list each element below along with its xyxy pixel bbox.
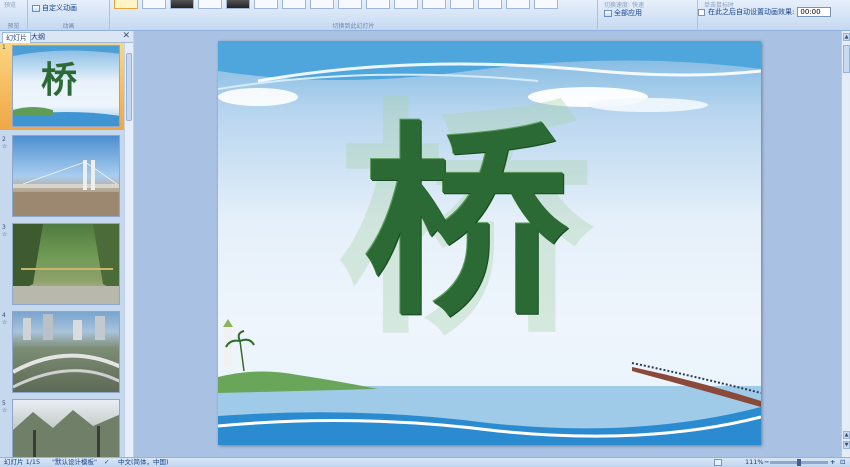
ribbon-group-preview: 预览 预览 <box>0 0 28 31</box>
transition-none[interactable] <box>114 0 138 9</box>
animation-star-icon: ☆ <box>2 231 8 238</box>
transition-push[interactable] <box>450 0 474 9</box>
close-icon[interactable]: ✕ <box>122 31 130 41</box>
ribbon-group-animation: 自定义动画 动画 <box>28 0 110 31</box>
status-slide-count: 幻灯片 1/15 <box>4 458 41 466</box>
slide-number: 1 <box>2 44 6 51</box>
zoom-out-button[interactable]: − <box>764 458 769 467</box>
status-bar: 幻灯片 1/15 "默认设计模板" ✓ 中文(简体，中国) 111% − + ⊡ <box>0 457 850 467</box>
ribbon-group-transition: 切换到此幻灯片 <box>110 0 598 31</box>
apply-all-icon <box>604 9 612 17</box>
slide-number: 2 <box>2 136 6 143</box>
ribbon: 预览 预览 自定义动画 动画 切换到此幻灯片 切换速度: 快速 全部应用 单击鼠… <box>0 0 850 31</box>
slide-number: 5 <box>2 400 6 407</box>
preview-button[interactable]: 预览 <box>4 0 16 9</box>
tab-outline[interactable]: 大纲 <box>28 32 48 43</box>
fit-to-window-icon[interactable]: ⊡ <box>840 458 845 467</box>
slide-number: 3 <box>2 224 6 231</box>
transition-wipe-right[interactable] <box>338 0 362 9</box>
slide-2-bridge-art <box>13 160 119 216</box>
slide-3-suspension-art <box>13 224 119 304</box>
custom-animation-icon <box>32 4 40 12</box>
transition-random[interactable] <box>534 0 558 9</box>
slide-4-highway-art <box>13 314 119 389</box>
transition-uncover[interactable] <box>506 0 530 9</box>
next-slide-icon[interactable]: ▼ <box>843 441 850 449</box>
status-language[interactable]: 中文(简体，中国) <box>118 458 169 467</box>
animation-group-label: 动画 <box>62 23 75 30</box>
slide-thumbnail-list: 1 桥 2 ☆ 3 ☆ 4 ☆ 5 ☆ <box>0 43 124 457</box>
slide-canvas-area: 桥 桥 <box>134 31 841 457</box>
slide-thumbnail-2[interactable]: 2 ☆ <box>0 135 124 219</box>
transition-split[interactable] <box>394 0 418 9</box>
slide-number: 4 <box>2 312 6 319</box>
custom-animation-label: 自定义动画 <box>42 4 77 12</box>
transition-wipe-down[interactable] <box>282 0 306 9</box>
transition-fade[interactable] <box>142 0 166 9</box>
auto-advance-label: 在此之后自动设置动画效果: <box>708 8 795 16</box>
slide-3-preview <box>12 223 120 305</box>
canvas-scrollbar-thumb[interactable] <box>843 45 850 73</box>
panel-scrollbar-thumb[interactable] <box>126 53 132 121</box>
transition-cut-black[interactable] <box>226 0 250 9</box>
tab-slides[interactable]: 幻灯片 <box>2 32 31 43</box>
zoom-slider[interactable] <box>770 459 828 466</box>
slideshow-view-button[interactable] <box>714 459 722 466</box>
slide-title-char[interactable]: 桥 <box>364 119 569 329</box>
zoom-level[interactable]: 111% <box>745 458 764 467</box>
slide-thumbnail-1[interactable]: 1 桥 <box>0 43 124 131</box>
slide-thumbnail-3[interactable]: 3 ☆ <box>0 223 124 307</box>
animation-star-icon: ☆ <box>2 143 8 150</box>
slide-1-preview: 桥 <box>12 45 120 127</box>
slide-5-valley-art <box>13 410 119 457</box>
ribbon-group-transition-options: 切换速度: 快速 全部应用 <box>598 0 698 31</box>
panel-scrollbar[interactable] <box>124 43 133 457</box>
current-slide[interactable]: 桥 桥 <box>218 41 761 445</box>
auto-advance-row: 在此之后自动设置动画效果: 00:00 <box>698 7 832 17</box>
transition-wipe-left[interactable] <box>366 0 390 9</box>
spellcheck-icon[interactable]: ✓ <box>104 458 109 467</box>
slides-panel: 幻灯片 大纲 ✕ 1 桥 2 ☆ 3 ☆ 4 ☆ 5 ☆ <box>0 31 133 457</box>
preview-group-label: 预览 <box>7 23 20 30</box>
panel-tabs: 幻灯片 大纲 ✕ <box>0 31 133 43</box>
slide-4-preview <box>12 311 120 393</box>
slide-2-preview <box>12 135 120 217</box>
transition-gallery <box>114 0 558 9</box>
status-theme[interactable]: "默认设计模板" <box>52 458 97 467</box>
slide-thumbnail-4[interactable]: 4 ☆ <box>0 311 124 395</box>
prev-slide-icon[interactable]: ▲ <box>843 431 850 439</box>
animation-star-icon: ☆ <box>2 407 8 414</box>
ribbon-group-advance: 单击鼠标时 在此之后自动设置动画效果: 00:00 <box>698 0 850 31</box>
apply-all-button[interactable]: 全部应用 <box>604 8 642 18</box>
auto-advance-checkbox[interactable] <box>698 8 705 16</box>
transition-cut[interactable] <box>198 0 222 9</box>
transition-shape[interactable] <box>422 0 446 9</box>
slide-1-title-char: 桥 <box>41 59 78 101</box>
transition-group-label: 切换到此幻灯片 <box>332 23 375 30</box>
scroll-up-icon[interactable]: ▲ <box>843 33 850 41</box>
zoom-in-button[interactable]: + <box>830 458 835 467</box>
transition-wipe-up[interactable] <box>310 0 334 9</box>
auto-advance-time-input[interactable]: 00:00 <box>797 7 832 17</box>
zoom-slider-knob[interactable] <box>797 459 801 466</box>
animation-star-icon: ☆ <box>2 319 8 326</box>
slide-5-preview <box>12 399 120 457</box>
canvas-scrollbar[interactable]: ▲ ▲ ▼ <box>841 31 850 457</box>
transition-fade-black[interactable] <box>170 0 194 9</box>
custom-animation-button[interactable]: 自定义动画 <box>32 3 77 13</box>
apply-all-label: 全部应用 <box>614 9 642 17</box>
transition-cover[interactable] <box>478 0 502 9</box>
transition-dissolve[interactable] <box>254 0 278 9</box>
slide-thumbnail-5[interactable]: 5 ☆ <box>0 399 124 457</box>
